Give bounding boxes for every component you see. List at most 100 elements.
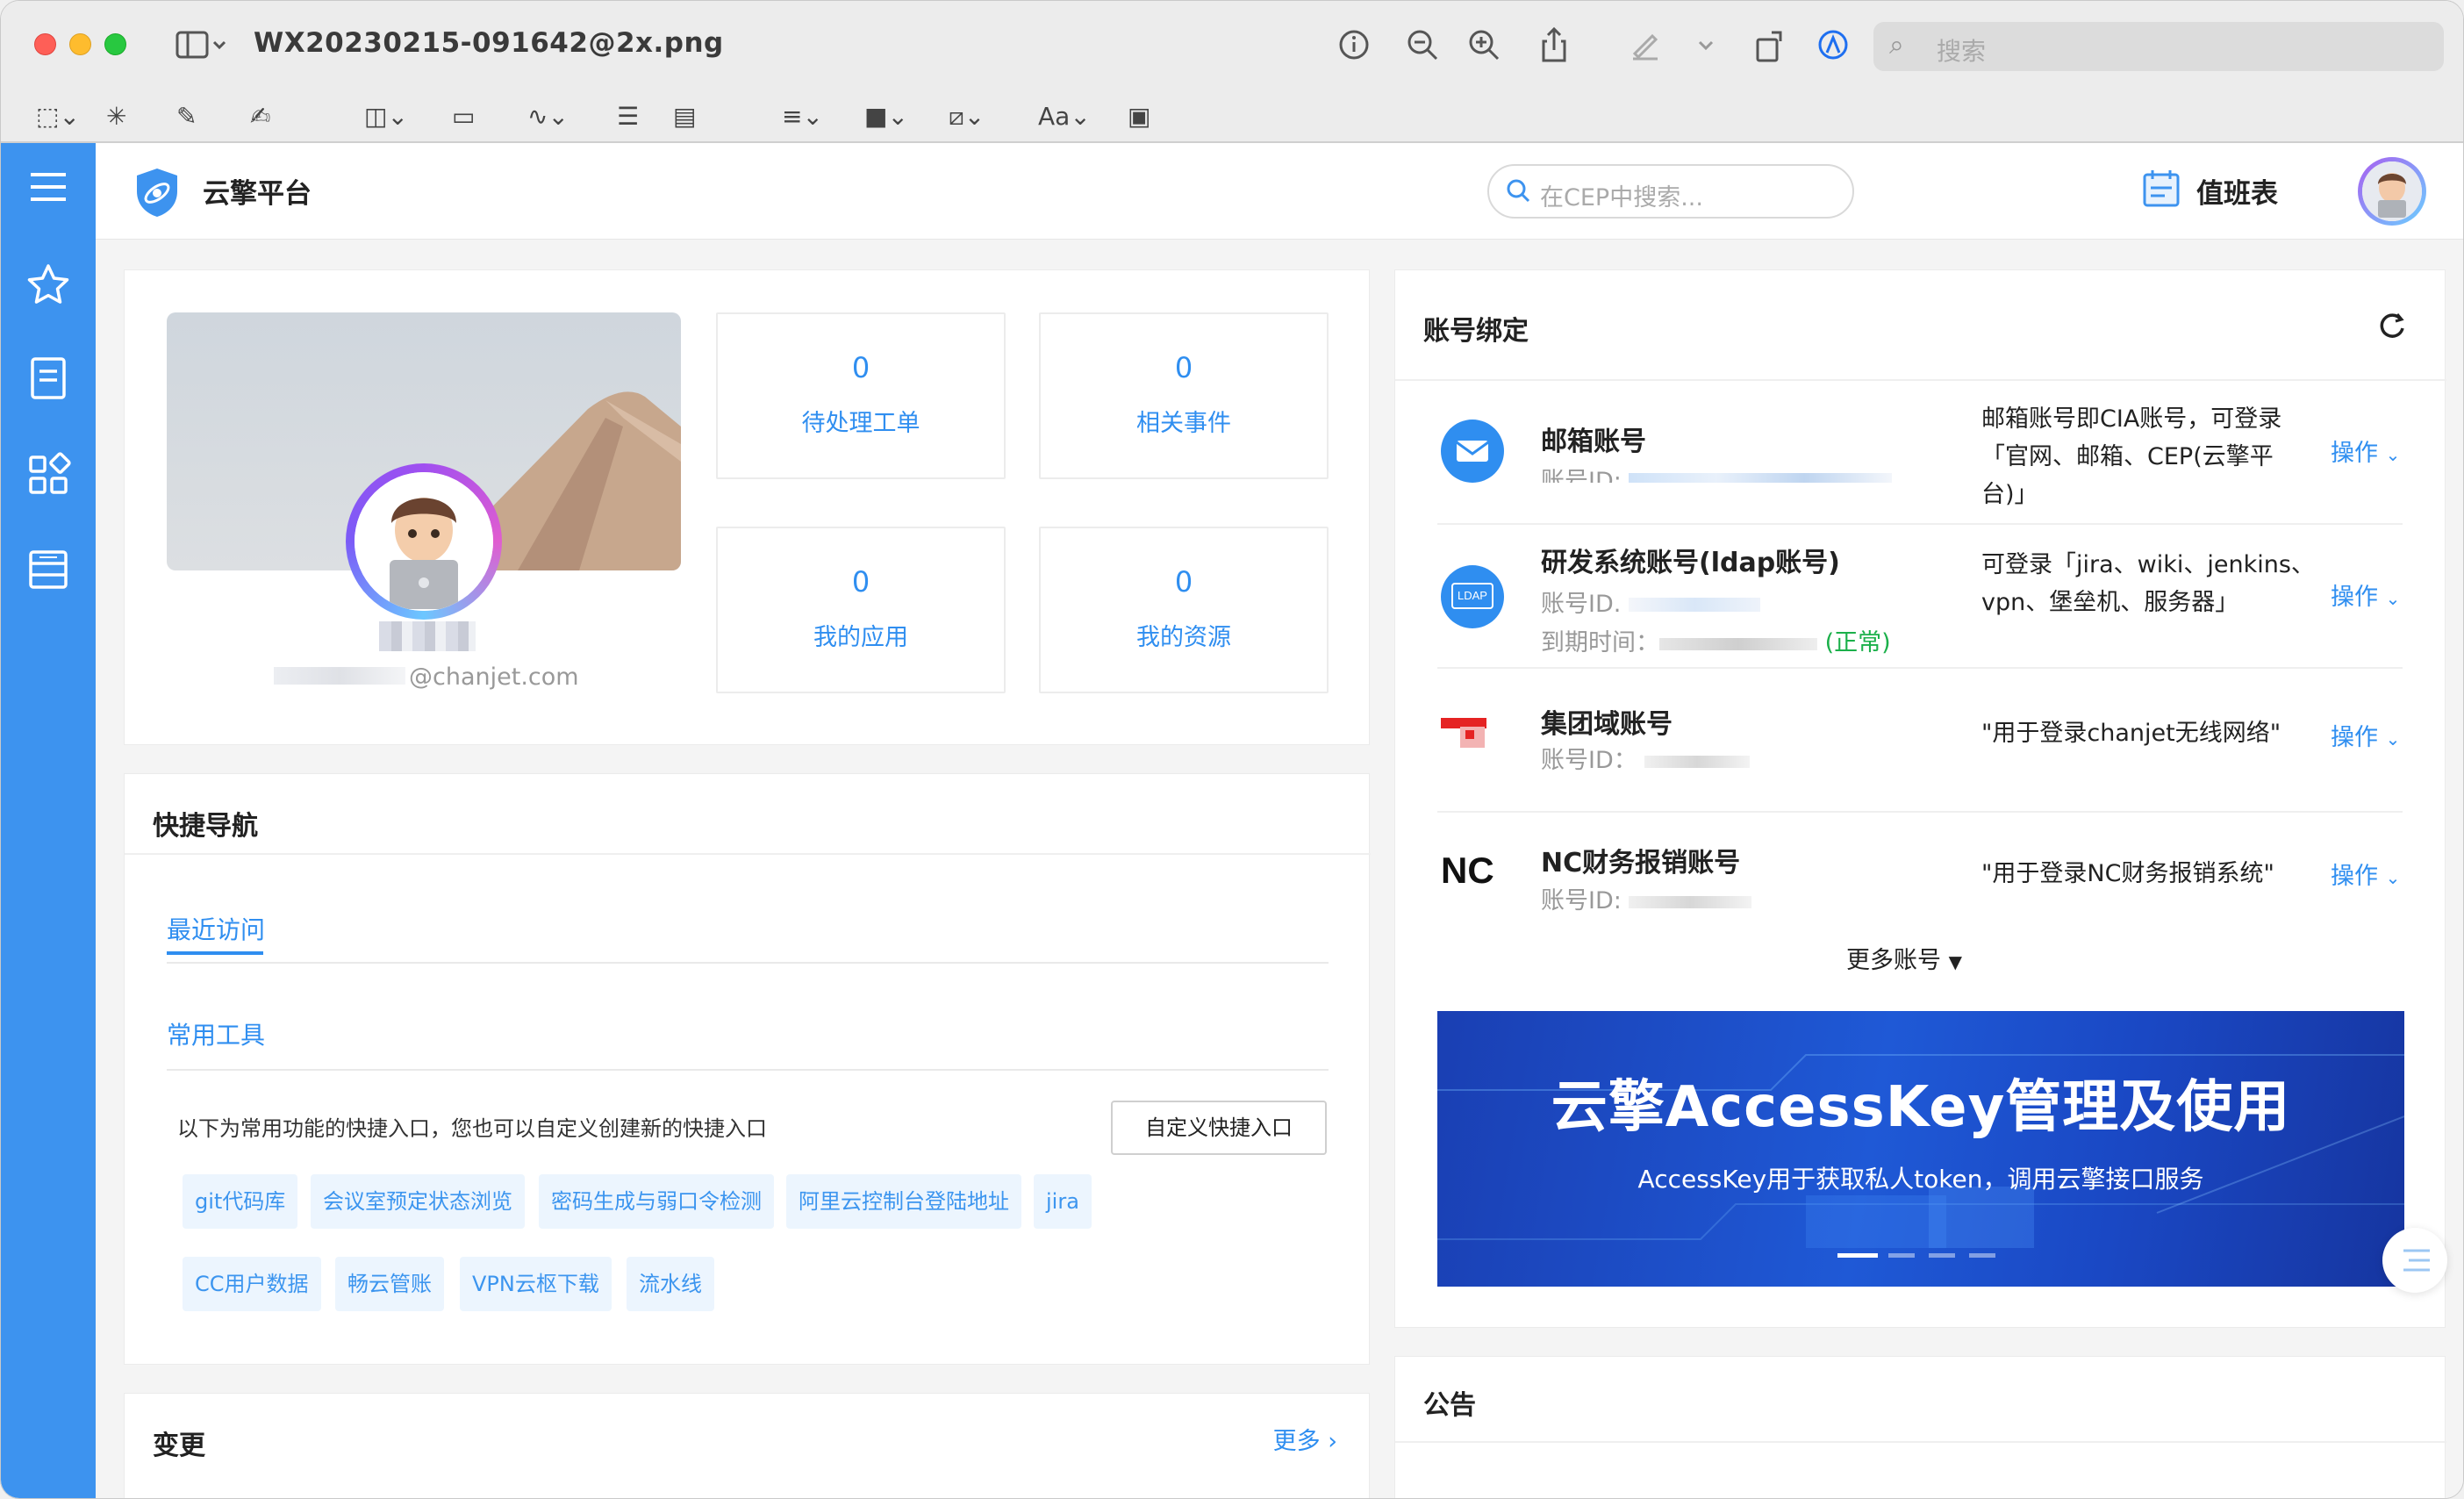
document-icon[interactable] xyxy=(24,354,73,403)
account-id-label: 账号ID: xyxy=(1541,468,1622,483)
account-id-label: 账号ID. xyxy=(1541,591,1622,618)
ldap-badge: LDAP xyxy=(1451,583,1493,609)
refresh-icon[interactable] xyxy=(2376,309,2408,341)
account-action-dropdown[interactable]: 操作 ⌄ xyxy=(2331,857,2400,891)
toolbar-search-placeholder: 搜索 xyxy=(1937,37,1987,66)
masked-value xyxy=(1629,896,1752,908)
carousel-dot[interactable] xyxy=(1929,1253,1955,1258)
cep-search-input[interactable]: 在CEP中搜索... xyxy=(1487,164,1854,219)
quick-nav-description: 以下为常用功能的快捷入口，您也可以自定义创建新的快捷入口 xyxy=(177,1116,767,1141)
divider xyxy=(1395,1441,2446,1443)
notice-title: 公告 xyxy=(1423,1390,1476,1421)
stat-my-resources[interactable]: 0 我的资源 xyxy=(1039,527,1329,693)
shortcut-chip[interactable]: CC用户数据 xyxy=(183,1257,321,1311)
zoom-in-icon[interactable] xyxy=(1465,27,1503,70)
toolbar-search[interactable]: ⌕ 搜索 xyxy=(1873,22,2444,71)
account-row-nc: NC NC财务报销账号 账号ID: "用于登录NC财务报销系统" 操作 ⌄ xyxy=(1437,813,2403,957)
shortcut-chip[interactable]: VPN云枢下载 xyxy=(460,1257,612,1311)
list-icon[interactable] xyxy=(24,545,73,594)
changes-more-link[interactable]: 更多 › xyxy=(1273,1422,1337,1456)
title-bar: WX20230215-091642@2x.png ⌕ 搜索 xyxy=(1,1,2463,92)
more-accounts-label: 更多账号 xyxy=(1846,947,1941,974)
info-icon[interactable] xyxy=(1335,27,1373,70)
chevron-down-icon: ⌄ xyxy=(2385,867,2401,888)
draw-icon[interactable]: ✍ xyxy=(250,101,270,133)
shortcut-chip[interactable]: git代码库 xyxy=(183,1174,298,1229)
banner-decoration xyxy=(1437,1054,2404,1248)
more-accounts-toggle[interactable]: 更多账号 ▼ xyxy=(1846,941,1962,975)
account-row-email: 邮箱账号 账号ID: 邮箱账号即CIA账号，可登录「官网、邮箱、CEP(云擎平台… xyxy=(1437,381,2403,525)
outline-list-icon[interactable] xyxy=(2382,1228,2447,1293)
line-style-icon[interactable]: ≡⌄ xyxy=(782,101,823,133)
shortcut-chip[interactable]: 密码生成与弱口令检测 xyxy=(539,1174,774,1229)
highlight-pen-icon[interactable] xyxy=(1626,27,1665,70)
user-avatar[interactable] xyxy=(2358,157,2426,226)
custom-shortcut-button[interactable]: 自定义快捷入口 xyxy=(1111,1101,1327,1155)
action-label: 操作 xyxy=(2331,724,2378,751)
markup-icon[interactable] xyxy=(1814,27,1852,70)
stat-related-events[interactable]: 0 相关事件 xyxy=(1039,312,1329,479)
close-window-button[interactable] xyxy=(34,33,56,55)
account-description: "用于登录chanjet无线网络" xyxy=(1981,720,2281,747)
accesskey-banner[interactable]: 云擎AccessKey管理及使用 AccessKey用于获取私人token，调用… xyxy=(1437,1011,2404,1287)
carousel-dot-active[interactable] xyxy=(1837,1253,1878,1258)
account-description: 可登录「jira、wiki、jenkins、vpn、堡垒机、服务器」 xyxy=(1981,551,2315,616)
border-color-icon[interactable]: ■⌄ xyxy=(864,101,908,133)
text-box-icon[interactable]: ▭ xyxy=(452,101,475,133)
tab-recent[interactable]: 最近访问 xyxy=(167,911,265,946)
menu-icon[interactable] xyxy=(24,162,73,212)
duty-roster-link[interactable]: 值班表 xyxy=(2196,171,2278,211)
text-style-button[interactable]: Aa⌄ xyxy=(1038,101,1091,133)
sketch-icon[interactable]: ✎ xyxy=(176,101,197,133)
signature-icon[interactable]: ∿⌄ xyxy=(527,101,569,133)
instant-alpha-icon[interactable]: ✳ xyxy=(106,101,126,133)
shortcut-chip[interactable]: 流水线 xyxy=(627,1257,714,1311)
email-suffix: @chanjet.com xyxy=(409,663,579,691)
shortcut-chip[interactable]: 阿里云控制台登陆地址 xyxy=(786,1174,1021,1229)
shortcut-chip[interactable]: 会议室预定状态浏览 xyxy=(311,1174,525,1229)
calendar-icon[interactable] xyxy=(2142,168,2181,208)
star-icon[interactable] xyxy=(24,261,73,310)
zoom-out-icon[interactable] xyxy=(1403,27,1442,70)
tab-tools[interactable]: 常用工具 xyxy=(167,1016,265,1051)
account-id: 账号ID： xyxy=(1541,741,1751,775)
account-expiry: 到期时间： (正常) xyxy=(1541,623,1891,657)
stat-pending-tickets[interactable]: 0 待处理工单 xyxy=(716,312,1006,479)
account-description: 邮箱账号即CIA账号，可登录「官网、邮箱、CEP(云擎平台)」 xyxy=(1981,405,2282,508)
sidebar-toggle-icon[interactable] xyxy=(171,27,233,70)
rotate-icon[interactable] xyxy=(1751,25,1789,72)
mail-icon xyxy=(1441,420,1504,483)
page-layout-icon[interactable]: ▤ xyxy=(673,101,696,133)
chevron-down-icon: ⌄ xyxy=(2385,444,2401,465)
shortcut-chip[interactable]: 畅云管账 xyxy=(335,1257,444,1311)
account-action-dropdown[interactable]: 操作 ⌄ xyxy=(2331,434,2400,468)
masked-value xyxy=(1644,756,1751,768)
carousel-dot[interactable] xyxy=(1888,1253,1915,1258)
apps-grid-icon[interactable] xyxy=(24,450,73,499)
app-content: 云擎平台 在CEP中搜索... 值班表 @chanjet.com 0 待处理工单… xyxy=(1,143,2463,1498)
shapes-icon[interactable]: ◫⌄ xyxy=(364,101,408,133)
account-action-dropdown[interactable]: 操作 ⌄ xyxy=(2331,718,2400,752)
account-row-domain: 集团域账号 账号ID： "用于登录chanjet无线网络" 操作 ⌄ xyxy=(1437,669,2403,813)
selection-icon[interactable]: ⬚⌄ xyxy=(36,101,80,133)
comment-icon[interactable]: ▣ xyxy=(1128,101,1150,133)
shield-logo-icon[interactable] xyxy=(133,166,182,219)
shortcut-chip[interactable]: jira xyxy=(1034,1174,1092,1229)
zoom-window-button[interactable] xyxy=(104,33,126,55)
account-binding-title: 账号绑定 xyxy=(1423,316,1529,347)
adjust-color-icon[interactable]: ☰ xyxy=(617,101,639,133)
stat-label: 待处理工单 xyxy=(801,410,920,437)
account-name: 集团域账号 xyxy=(1541,709,1673,740)
notice-card: 公告 xyxy=(1394,1356,2446,1498)
share-icon[interactable] xyxy=(1535,25,1573,72)
fill-color-icon[interactable]: ⧄⌄ xyxy=(949,101,985,133)
account-action-dropdown[interactable]: 操作 ⌄ xyxy=(2331,577,2400,612)
ldap-icon: LDAP xyxy=(1441,565,1504,628)
stat-my-apps[interactable]: 0 我的应用 xyxy=(716,527,1006,693)
profile-avatar[interactable] xyxy=(346,463,502,620)
account-id-label: 账号ID： xyxy=(1541,747,1637,774)
chevron-down-icon[interactable] xyxy=(1693,27,1719,70)
carousel-dot[interactable] xyxy=(1969,1253,1995,1258)
account-name: 研发系统账号(ldap账号) xyxy=(1541,548,1840,578)
minimize-window-button[interactable] xyxy=(69,33,91,55)
